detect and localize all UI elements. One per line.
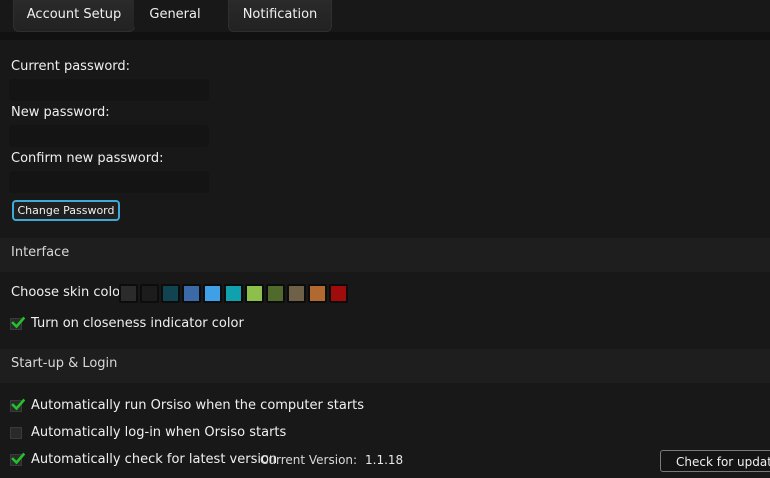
section-interface: Interface [0,238,770,272]
autologin-label: Automatically log-in when Orsiso starts [31,425,287,440]
check-for-updates-button[interactable]: Check for updates [660,450,770,472]
tab-account-setup[interactable]: Account Setup [13,0,135,32]
skin-color-swatch[interactable] [308,284,327,303]
skin-color-swatch[interactable] [203,284,222,303]
autorun-label: Automatically run Orsiso when the comput… [31,398,365,413]
autologin-checkbox[interactable] [10,427,22,439]
section-startup-title: Start-up & Login [11,356,118,371]
change-password-button[interactable]: Change Password [12,200,120,221]
tab-notification[interactable]: Notification [228,0,332,32]
autorun-checkbox[interactable] [10,398,25,412]
skin-color-swatch[interactable] [245,284,264,303]
current-password-label: Current password: [11,59,131,74]
section-startup: Start-up & Login [0,349,770,383]
skin-color-swatch[interactable] [182,284,201,303]
tab-general[interactable]: General [134,0,216,31]
current-version-label: Current Version: [260,453,358,467]
checkmark-icon [11,316,25,329]
checkmark-icon [11,398,25,411]
checkmark-icon [11,452,25,465]
section-interface-title: Interface [11,245,70,260]
closeness-indicator-label: Turn on closeness indicator color [31,316,244,331]
skin-color-swatch[interactable] [287,284,306,303]
skin-color-label: Choose skin color: [11,285,130,300]
current-version-value: 1.1.18 [365,453,404,467]
skin-color-swatch[interactable] [119,284,138,303]
tab-bar: Account Setup General Notification [0,0,770,32]
skin-color-swatch[interactable] [161,284,180,303]
new-password-label: New password: [11,105,110,120]
skin-color-swatch[interactable] [329,284,348,303]
skin-color-swatch[interactable] [224,284,243,303]
closeness-indicator-checkbox[interactable] [10,316,25,330]
new-password-field[interactable] [9,125,209,147]
confirm-password-field[interactable] [9,171,209,193]
confirm-password-label: Confirm new password: [11,151,164,166]
autocheck-checkbox[interactable] [10,452,25,466]
current-password-field[interactable] [9,79,209,101]
skin-color-swatch[interactable] [266,284,285,303]
autocheck-label: Automatically check for latest version [31,452,278,467]
skin-color-swatch[interactable] [140,284,159,303]
tab-divider [0,32,770,40]
